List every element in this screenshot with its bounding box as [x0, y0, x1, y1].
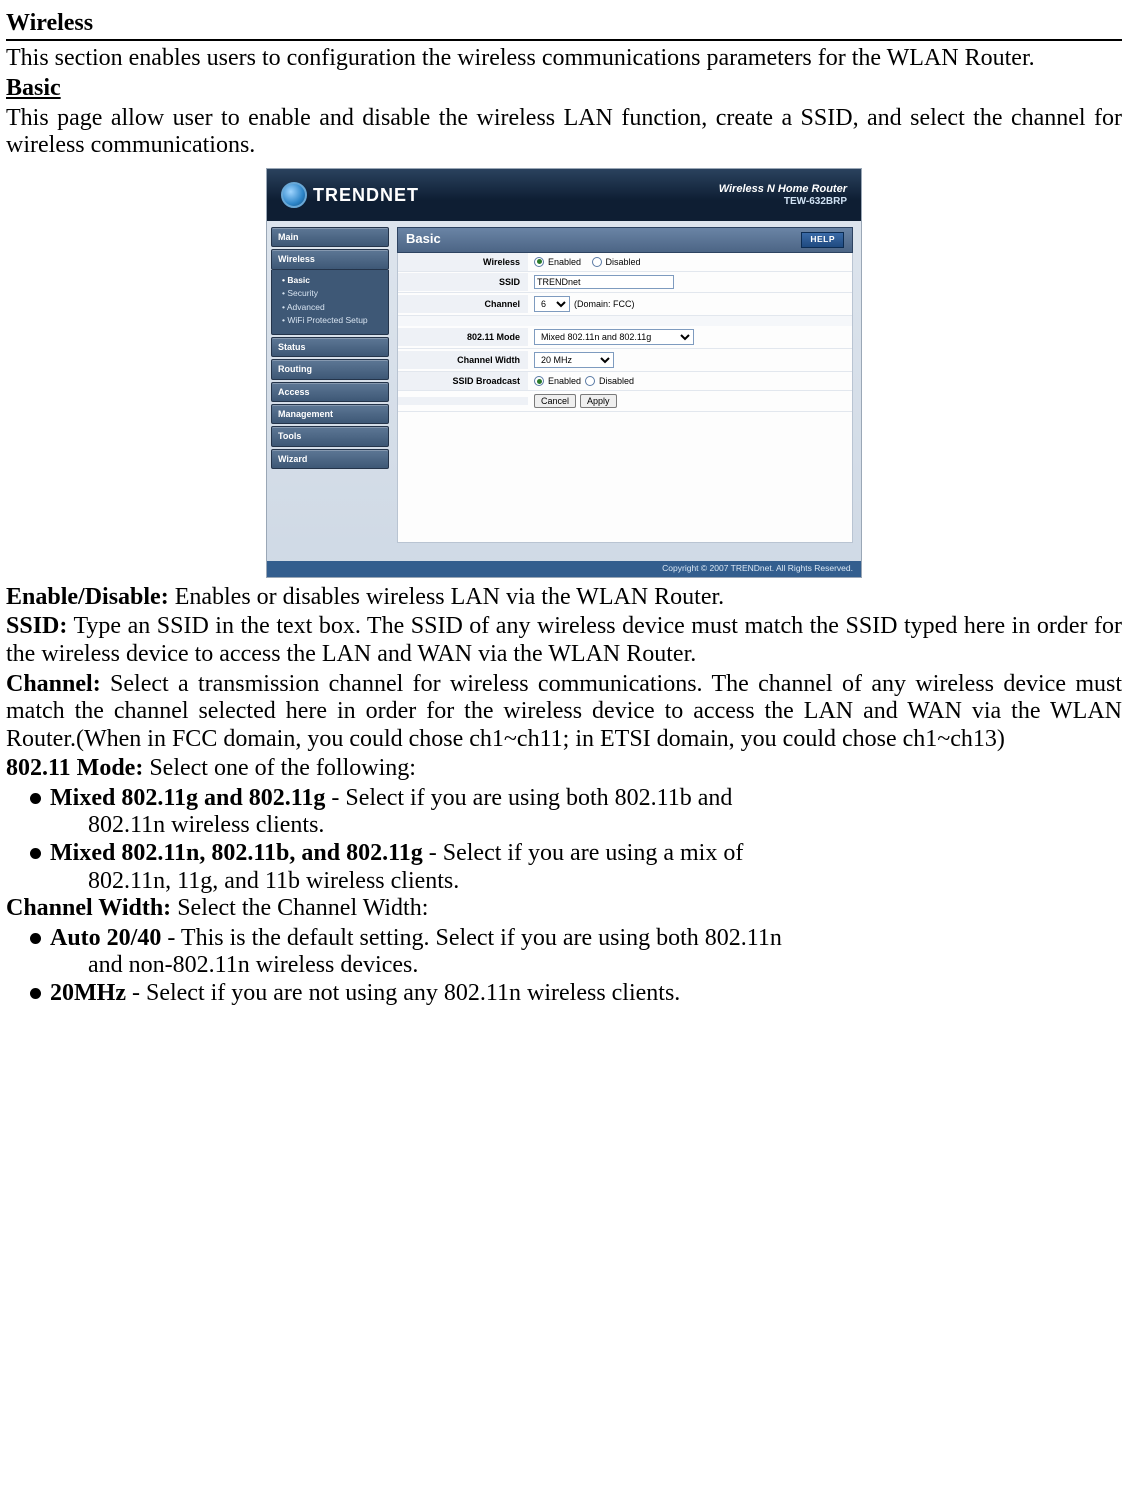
def-mode-text: Select one of the following: [143, 755, 416, 781]
cw-b2-bold: 20MHz [50, 980, 126, 1006]
form-area: Wireless Enabled Disabled SSID [397, 253, 853, 543]
nav-tools[interactable]: Tools [271, 426, 389, 446]
cw-b2-rest: - Select if you are not using any 802.11… [126, 980, 680, 1006]
router-header: TRENDNET Wireless N Home Router TEW-632B… [267, 169, 861, 221]
width-select[interactable]: 20 MHz [534, 352, 614, 368]
mode-label: 802.11 Mode [398, 328, 528, 346]
broadcast-enabled-radio[interactable] [534, 376, 544, 386]
wireless-enabled-radio[interactable] [534, 257, 544, 267]
nav-management[interactable]: Management [271, 404, 389, 424]
product-name: Wireless N Home Router [719, 183, 847, 195]
nav-routing[interactable]: Routing [271, 359, 389, 379]
help-button[interactable]: HELP [801, 232, 844, 248]
definitions: Enable/Disable: Enables or disables wire… [6, 584, 1122, 1008]
mode-b2-cont: 802.11n, 11g, and 11b wireless clients. [50, 868, 1122, 896]
mode-b2-rest: - Select if you are using a mix of [423, 840, 744, 866]
router-screenshot: TRENDNET Wireless N Home Router TEW-632B… [6, 168, 1122, 578]
broadcast-label: SSID Broadcast [398, 372, 528, 390]
subnav-advanced[interactable]: Advanced [282, 301, 384, 315]
width-label: Channel Width [398, 351, 528, 369]
def-ssid-text: Type an SSID in the text box. The SSID o… [6, 613, 1122, 667]
nav-wizard[interactable]: Wizard [271, 449, 389, 469]
cw-bullet-2: 20MHz - Select if you are not using any … [34, 980, 1122, 1008]
cw-b1-cont: and non-802.11n wireless devices. [50, 952, 1122, 980]
ssid-input[interactable] [534, 275, 674, 289]
panel-header: Basic HELP [397, 227, 853, 253]
section-title: Wireless [6, 10, 1122, 41]
cw-b1-bold: Auto 20/40 [50, 925, 161, 951]
basic-intro: This page allow user to enable and disab… [6, 105, 1122, 160]
ssid-label: SSID [398, 273, 528, 291]
cw-b1-rest: - This is the default setting. Select if… [161, 925, 782, 951]
mode-b1-cont: 802.11n wireless clients. [50, 812, 1122, 840]
def-channel-label: Channel: [6, 671, 101, 697]
cw-bullet-1: Auto 20/40 - This is the default setting… [34, 925, 1122, 980]
mode-b1-bold: Mixed 802.11g and 802.11g [50, 785, 325, 811]
product-label: Wireless N Home Router TEW-632BRP [719, 183, 847, 206]
subnav-wps[interactable]: WiFi Protected Setup [282, 314, 384, 328]
broadcast-disabled-text: Disabled [599, 376, 634, 386]
mode-b1-rest: - Select if you are using both 802.11b a… [325, 785, 732, 811]
disabled-text: Disabled [606, 257, 641, 267]
def-ssid-label: SSID: [6, 613, 67, 639]
basic-heading: Basic [6, 75, 1122, 103]
router-footer: Copyright © 2007 TRENDnet. All Rights Re… [267, 561, 861, 577]
broadcast-enabled-text: Enabled [548, 376, 581, 386]
apply-button[interactable]: Apply [580, 394, 617, 408]
sidebar: Main Wireless Basic Security Advanced Wi… [267, 221, 393, 561]
wireless-disabled-radio[interactable] [592, 257, 602, 267]
channel-domain: (Domain: FCC) [574, 299, 635, 309]
def-mode-label: 802.11 Mode: [6, 755, 143, 781]
brand-text: TRENDNET [313, 185, 419, 206]
broadcast-disabled-radio[interactable] [585, 376, 595, 386]
actions-label [398, 397, 528, 405]
nav-access[interactable]: Access [271, 382, 389, 402]
def-cw-text: Select the Channel Width: [171, 895, 428, 921]
def-enable-label: Enable/Disable: [6, 584, 169, 610]
mode-bullet-2: Mixed 802.11n, 802.11b, and 802.11g - Se… [34, 840, 1122, 895]
subnav-wireless: Basic Security Advanced WiFi Protected S… [271, 270, 389, 335]
globe-icon [281, 182, 307, 208]
def-channel-text: Select a transmission channel for wirele… [6, 671, 1122, 752]
subnav-security[interactable]: Security [282, 287, 384, 301]
channel-label: Channel [398, 295, 528, 313]
mode-bullet-1: Mixed 802.11g and 802.11g - Select if yo… [34, 785, 1122, 840]
mode-select[interactable]: Mixed 802.11n and 802.11g [534, 329, 694, 345]
section-intro: This section enables users to configurat… [6, 45, 1122, 73]
enabled-text: Enabled [548, 257, 581, 267]
cancel-button[interactable]: Cancel [534, 394, 576, 408]
wireless-label: Wireless [398, 253, 528, 271]
panel-title: Basic [406, 232, 441, 247]
nav-wireless[interactable]: Wireless [271, 249, 389, 269]
channel-select[interactable]: 6 [534, 296, 570, 312]
nav-main[interactable]: Main [271, 227, 389, 247]
product-model: TEW-632BRP [719, 196, 847, 207]
def-cw-label: Channel Width: [6, 895, 171, 921]
mode-b2-bold: Mixed 802.11n, 802.11b, and 802.11g [50, 840, 423, 866]
brand-logo: TRENDNET [281, 182, 419, 208]
subnav-basic[interactable]: Basic [282, 274, 384, 288]
nav-status[interactable]: Status [271, 337, 389, 357]
def-enable-text: Enables or disables wireless LAN via the… [169, 584, 724, 610]
